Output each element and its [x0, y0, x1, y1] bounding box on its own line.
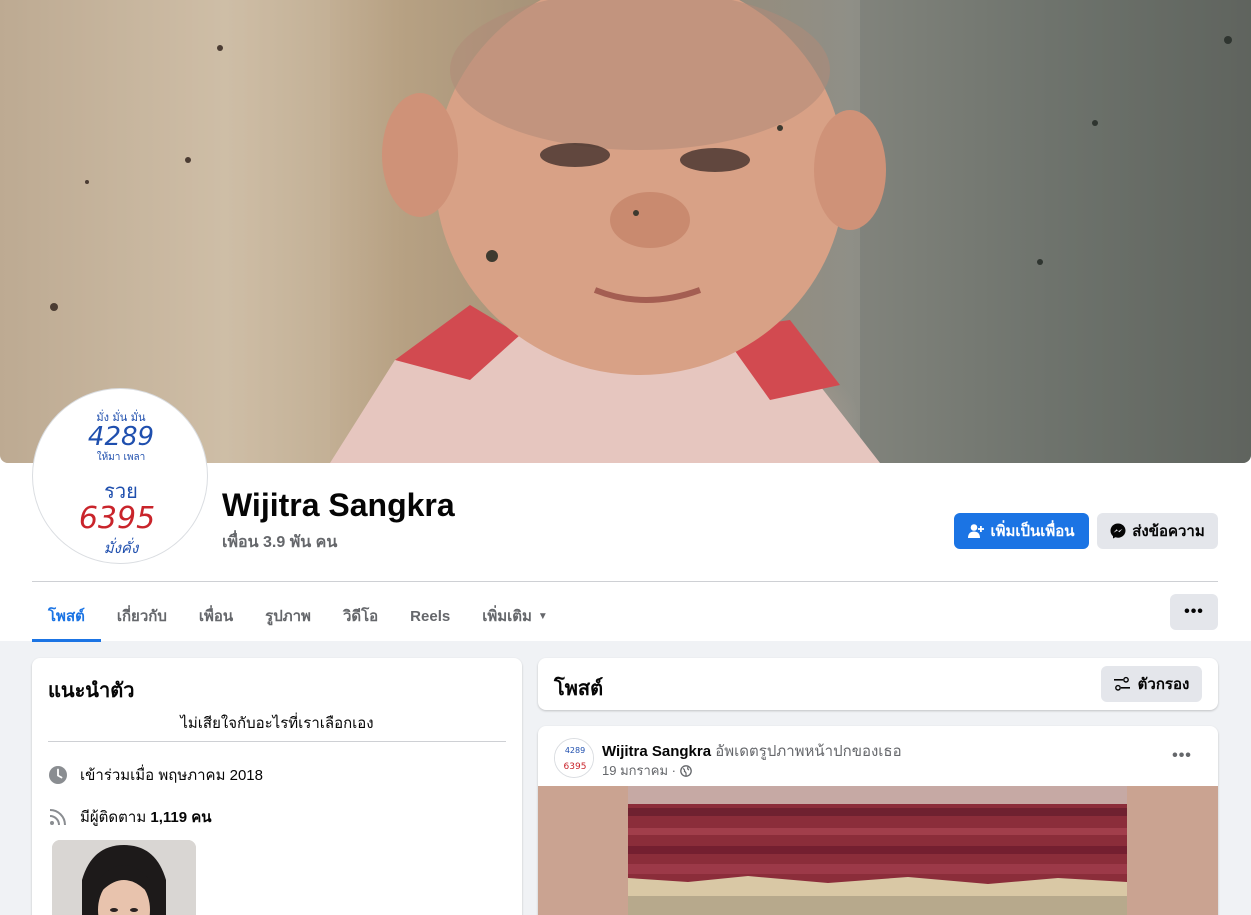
post-avatar-number-blue: 4289 [565, 746, 585, 755]
post-author-name[interactable]: Wijitra Sangkra [602, 743, 711, 760]
intro-divider [48, 741, 506, 742]
tab-videos-label: วิดีโอ [342, 608, 379, 625]
tab-friends[interactable]: เพื่อน [183, 590, 249, 642]
cover-photo-image [0, 0, 1251, 463]
tab-reels-label: Reels [410, 607, 451, 625]
rss-icon [48, 807, 68, 827]
post-meta: 19 มกราคม · [602, 760, 692, 781]
profile-header: มั่ง มั่น มั่น 4289 ให้มา เพลา รวย 6395 … [0, 0, 1251, 642]
tab-photos-label: รูปภาพ [265, 608, 311, 625]
profile-tabs: โพสต์ เกี่ยวกับ เพื่อน รูปภาพ วิดีโอ Ree… [32, 590, 564, 642]
tab-more-label: เพิ่มเติม [482, 608, 532, 625]
tab-reels[interactable]: Reels [394, 590, 466, 642]
featured-photo[interactable] [52, 840, 196, 915]
add-friend-icon [968, 524, 985, 538]
post-action-text: อัพเดตรูปภาพหน้าปกของเธอ [715, 743, 902, 760]
followers-count: 1,119 คน [150, 809, 212, 826]
cover-photo[interactable] [0, 0, 1251, 463]
intro-title: แนะนำตัว [48, 680, 135, 702]
post-avatar-number-red: 6395 [564, 762, 587, 772]
post-card: 4289 6395 Wijitra Sangkra อัพเดตรูปภาพหน… [538, 726, 1218, 915]
friends-count[interactable]: เพื่อน 3.9 พัน คน [222, 530, 337, 555]
featured-photo-image [52, 840, 196, 915]
tab-videos[interactable]: วิดีโอ [327, 590, 394, 642]
filter-sliders-icon [1113, 676, 1130, 691]
tab-posts-label: โพสต์ [48, 608, 85, 625]
post-image[interactable] [538, 786, 1218, 915]
filter-button[interactable]: ตัวกรอง [1101, 666, 1202, 702]
post-more-button[interactable]: ••• [1164, 744, 1200, 768]
avatar-word-blue: รวย [104, 479, 138, 503]
more-options-button[interactable]: ••• [1170, 594, 1218, 630]
post-image-roof [628, 786, 1127, 915]
joined-text: เข้าร่วมเมื่อ พฤษภาคม 2018 [80, 767, 263, 784]
followers-row: มีผู้ติดตาม 1,119 คน [48, 805, 212, 829]
header-divider [32, 581, 1218, 582]
joined-row: เข้าร่วมเมื่อ พฤษภาคม 2018 [48, 763, 263, 787]
tab-photos[interactable]: รูปภาพ [249, 590, 327, 642]
post-avatar-image: 4289 6395 [555, 739, 593, 777]
profile-name: Wijitra Sangkra [222, 487, 455, 523]
clock-icon [48, 765, 68, 785]
followers-prefix: มีผู้ติดตาม [80, 809, 147, 826]
post-date[interactable]: 19 มกราคม · [602, 760, 676, 781]
avatar-text-bottom: มั่งคั่ง [104, 537, 140, 557]
tab-about-label: เกี่ยวกับ [116, 608, 167, 625]
caret-down-icon: ▼ [537, 610, 548, 622]
globe-icon [680, 764, 692, 777]
followers-text[interactable]: มีผู้ติดตาม 1,119 คน [80, 805, 212, 829]
profile-avatar[interactable]: มั่ง มั่น มั่น 4289 ให้มา เพลา รวย 6395 … [33, 389, 207, 563]
intro-bio: ไม่เสียใจกับอะไรที่เราเลือกเอง [180, 715, 374, 732]
post-author-avatar[interactable]: 4289 6395 [554, 738, 594, 778]
avatar-number-red: 6395 [79, 501, 155, 536]
intro-card: แนะนำตัว ไม่เสียใจกับอะไรที่เราเลือกเอง … [32, 658, 522, 915]
filter-label: ตัวกรอง [1137, 676, 1190, 693]
avatar-lucky-numbers-image: มั่ง มั่น มั่น 4289 ให้มา เพลา รวย 6395 … [37, 393, 203, 559]
posts-header-card: โพสต์ ตัวกรอง [538, 658, 1218, 710]
add-friend-button[interactable]: เพิ่มเป็นเพื่อน [954, 513, 1089, 549]
tab-more[interactable]: เพิ่มเติม ▼ [466, 590, 564, 642]
avatar-number-blue: 4289 [88, 422, 154, 452]
tab-friends-label: เพื่อน [198, 608, 234, 625]
add-friend-label: เพิ่มเป็นเพื่อน [990, 523, 1075, 540]
tab-posts[interactable]: โพสต์ [32, 590, 101, 642]
message-button[interactable]: ส่งข้อความ [1097, 513, 1218, 549]
messenger-icon [1110, 523, 1126, 539]
avatar-text-line: ให้มา เพลา [97, 451, 146, 463]
posts-title: โพสต์ [554, 678, 604, 700]
tab-about[interactable]: เกี่ยวกับ [101, 590, 183, 642]
message-label: ส่งข้อความ [1132, 523, 1205, 540]
